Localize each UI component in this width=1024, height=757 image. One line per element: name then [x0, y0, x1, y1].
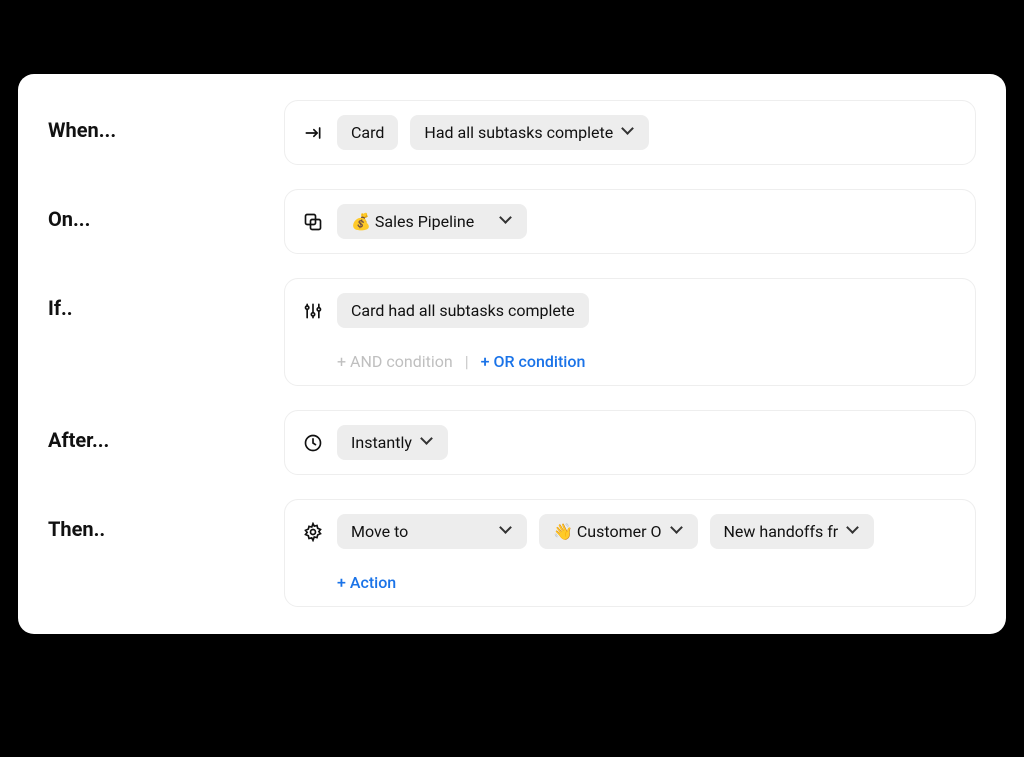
condition-divider: |	[465, 352, 469, 371]
on-card: 💰 Sales Pipeline	[284, 189, 976, 254]
trigger-chip[interactable]: Had all subtasks complete	[410, 115, 649, 150]
target-board-select[interactable]: 👋 Customer O	[539, 514, 698, 549]
chevron-down-icon	[501, 526, 513, 538]
gear-icon	[301, 520, 325, 544]
trigger-chip-label: Had all subtasks complete	[424, 123, 613, 142]
target-list-label: New handoffs fr	[724, 522, 839, 541]
when-row: When... Card Had all subtasks complete	[48, 100, 976, 165]
then-card: Move to 👋 Customer O New handoffs fr + A…	[284, 499, 976, 607]
after-card: Instantly	[284, 410, 976, 475]
if-label: If..	[48, 278, 284, 320]
chevron-down-icon	[501, 216, 513, 228]
trigger-icon	[301, 121, 325, 145]
if-condition-row: Card had all subtasks complete	[301, 293, 959, 328]
on-row: On... 💰 Sales Pipeline	[48, 189, 976, 254]
if-row: If.. Card had all subtasks complete + AN…	[48, 278, 976, 386]
if-card: Card had all subtasks complete + AND con…	[284, 278, 976, 386]
entity-chip[interactable]: Card	[337, 115, 398, 150]
chevron-down-icon	[848, 526, 860, 538]
condition-chip[interactable]: Card had all subtasks complete	[337, 293, 589, 328]
entity-chip-label: Card	[351, 123, 384, 142]
then-add-row: + Action	[301, 573, 959, 592]
after-label: After...	[48, 410, 284, 452]
target-board-label: 👋 Customer O	[553, 522, 662, 541]
chevron-down-icon	[672, 526, 684, 538]
on-label: On...	[48, 189, 284, 231]
add-and-condition[interactable]: + AND condition	[337, 352, 453, 371]
board-select-label: 💰 Sales Pipeline	[351, 212, 474, 231]
chevron-down-icon	[422, 437, 434, 449]
board-select[interactable]: 💰 Sales Pipeline	[337, 204, 527, 239]
automation-builder: When... Card Had all subtasks complete O…	[18, 74, 1006, 634]
add-or-condition[interactable]: + OR condition	[481, 352, 586, 371]
condition-chip-label: Card had all subtasks complete	[351, 301, 575, 320]
then-action-row: Move to 👋 Customer O New handoffs fr	[301, 514, 959, 549]
then-row: Then.. Move to 👋 Customer O	[48, 499, 976, 607]
action-select-label: Move to	[351, 522, 408, 541]
if-add-row: + AND condition | + OR condition	[301, 352, 959, 371]
board-icon	[301, 210, 325, 234]
add-action[interactable]: + Action	[337, 573, 396, 592]
timing-select[interactable]: Instantly	[337, 425, 448, 460]
when-label: When...	[48, 100, 284, 142]
then-label: Then..	[48, 499, 284, 541]
timing-select-label: Instantly	[351, 433, 412, 452]
after-row: After... Instantly	[48, 410, 976, 475]
target-list-select[interactable]: New handoffs fr	[710, 514, 875, 549]
chevron-down-icon	[623, 127, 635, 139]
clock-icon	[301, 431, 325, 455]
filter-icon	[301, 299, 325, 323]
action-select[interactable]: Move to	[337, 514, 527, 549]
when-card: Card Had all subtasks complete	[284, 100, 976, 165]
